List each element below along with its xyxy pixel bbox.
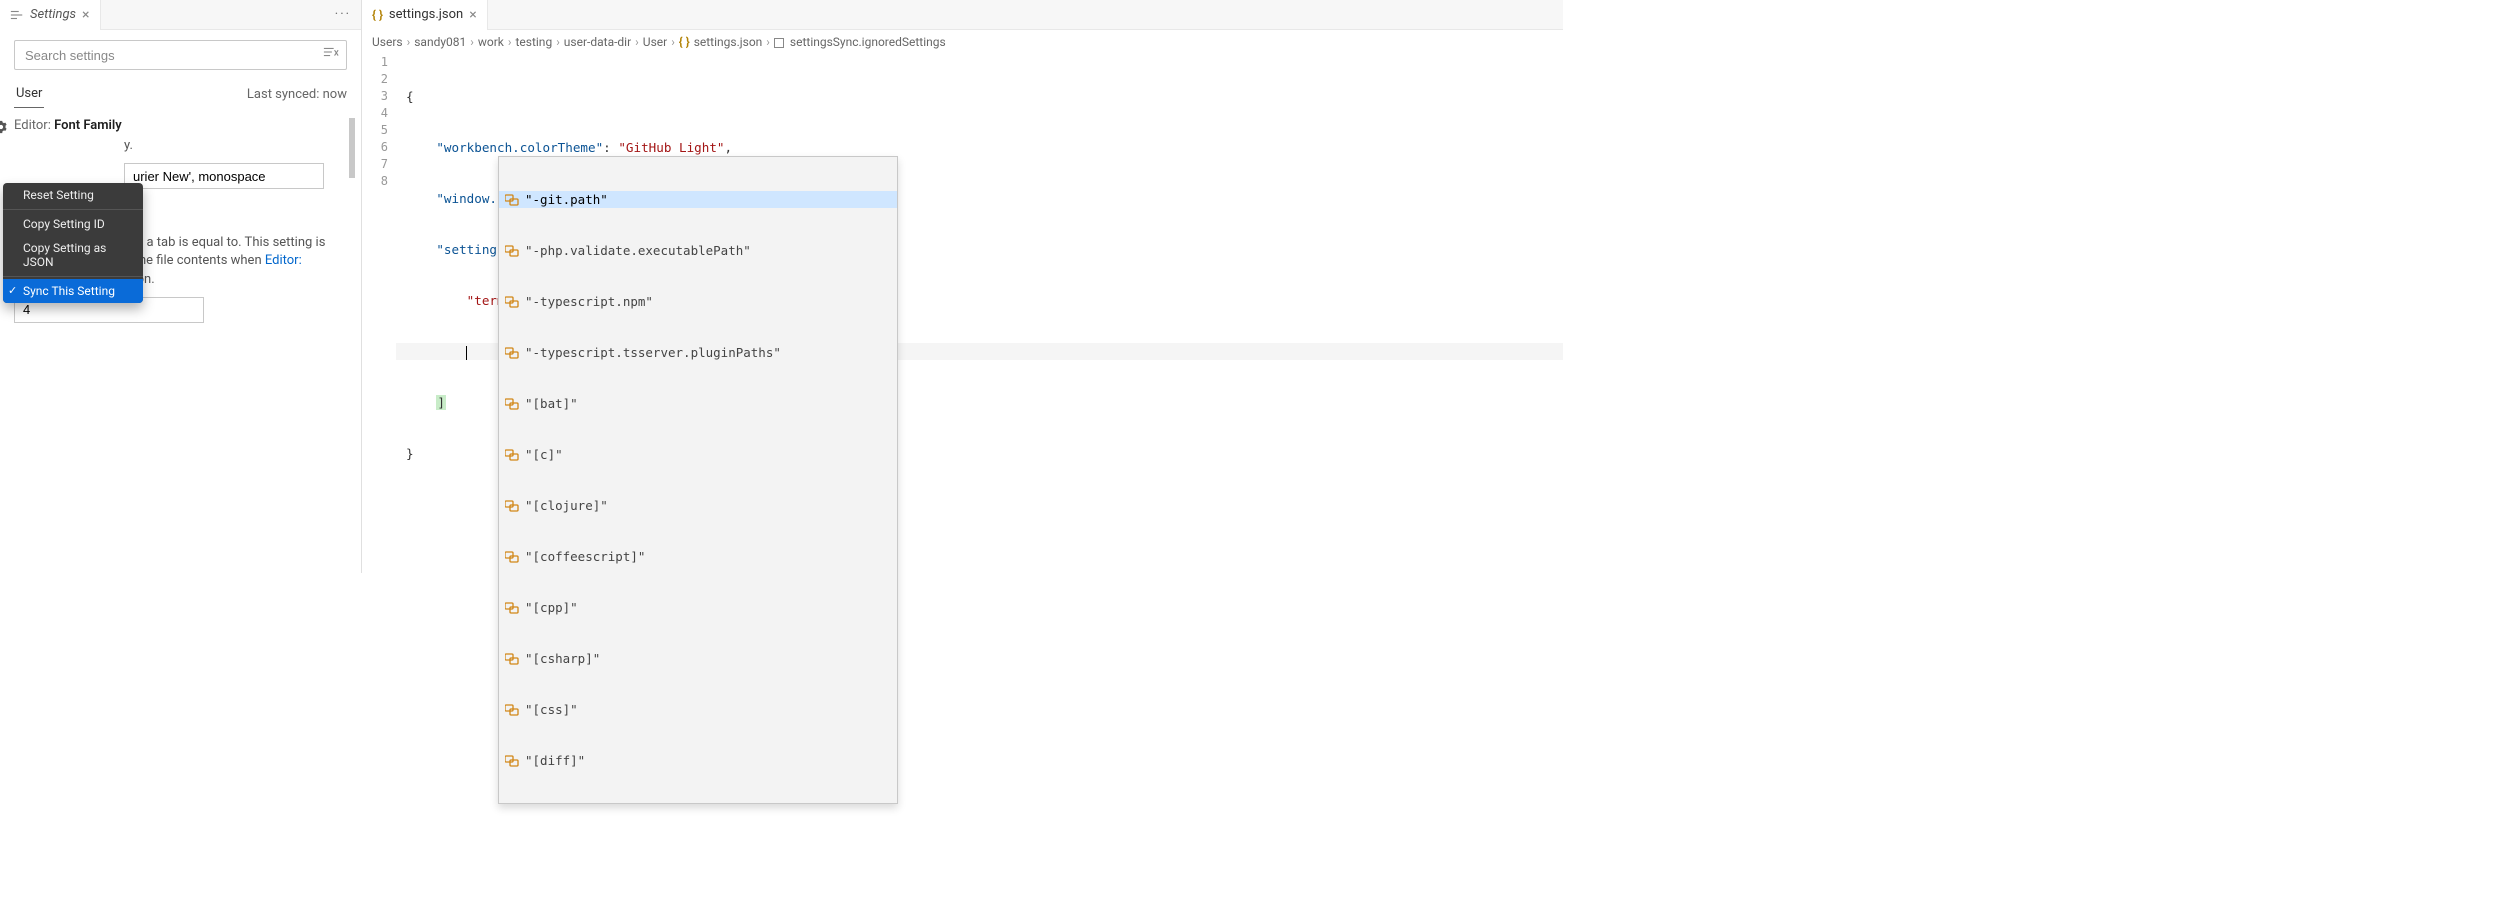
scope-tab-user[interactable]: User: [14, 80, 44, 108]
breadcrumb-item[interactable]: User: [643, 35, 667, 49]
suggest-item[interactable]: "[csharp]": [499, 650, 897, 667]
enum-icon: [505, 551, 519, 563]
setting-context-menu: Reset Setting Copy Setting ID Copy Setti…: [3, 183, 143, 303]
menu-sync-this-setting[interactable]: ✓ Sync This Setting: [3, 279, 143, 303]
close-icon[interactable]: ×: [469, 7, 476, 23]
search-input[interactable]: [14, 40, 347, 70]
text-editor[interactable]: 1 2 3 4 5 6 7 8 { "workbench.colorTheme"…: [362, 54, 1563, 573]
tab-bar-left: Settings × ···: [0, 0, 361, 30]
menu-separator: [3, 209, 143, 210]
suggest-item[interactable]: "[css]": [499, 701, 897, 718]
enum-icon: [505, 449, 519, 461]
code-content[interactable]: { "workbench.colorTheme": "GitHub Light"…: [396, 54, 1563, 573]
suggest-item[interactable]: "[clojure]": [499, 497, 897, 514]
settings-scope-row: User Last synced: now: [14, 80, 347, 108]
settings-body: User Last synced: now Editor: Font Famil…: [0, 30, 361, 343]
suggest-item[interactable]: "-php.validate.executablePath": [499, 242, 897, 259]
breadcrumb-item[interactable]: user-data-dir: [564, 35, 631, 49]
text-cursor: [466, 346, 467, 360]
breadcrumb-item[interactable]: testing: [515, 35, 552, 49]
setting-description: y.: [124, 137, 341, 155]
tab-title: Settings: [30, 7, 76, 22]
font-family-input[interactable]: [124, 163, 324, 189]
gear-icon[interactable]: [0, 120, 8, 134]
json-file-icon: { }: [679, 35, 690, 49]
tab-title: settings.json: [389, 7, 463, 22]
suggest-item[interactable]: "[bat]": [499, 395, 897, 412]
breadcrumb-item[interactable]: settingsSync.ignoredSettings: [790, 35, 946, 49]
suggest-item[interactable]: "-git.path": [499, 191, 897, 208]
suggest-item[interactable]: "-typescript.npm": [499, 293, 897, 310]
enum-icon: [505, 755, 519, 767]
menu-reset-setting[interactable]: Reset Setting: [3, 183, 143, 207]
breadcrumb-item[interactable]: sandy081: [414, 35, 466, 49]
suggest-widget[interactable]: "-git.path" "-php.validate.executablePat…: [498, 156, 898, 804]
settings-list-icon: [10, 9, 24, 21]
enum-icon: [505, 194, 519, 206]
suggest-item[interactable]: "[diff]": [499, 752, 897, 769]
scrollbar-thumb[interactable]: [349, 118, 355, 178]
breadcrumb-item[interactable]: Users: [372, 35, 403, 49]
enum-icon: [505, 500, 519, 512]
last-synced-label: Last synced: now: [247, 87, 347, 102]
breadcrumb-item[interactable]: work: [478, 35, 504, 49]
enum-icon: [505, 653, 519, 665]
close-icon[interactable]: ×: [82, 7, 89, 23]
breadcrumbs[interactable]: Users› sandy081› work› testing› user-dat…: [362, 30, 1563, 54]
enum-icon: [505, 296, 519, 308]
enum-icon: [505, 602, 519, 614]
enum-icon: [505, 398, 519, 410]
tab-settings-json[interactable]: { } settings.json ×: [362, 0, 488, 30]
tab-overflow-button[interactable]: ···: [335, 7, 361, 22]
setting-editor-font-family[interactable]: Editor: Font Family y.: [14, 118, 341, 189]
suggest-item[interactable]: "-typescript.tsserver.pluginPaths": [499, 344, 897, 361]
suggest-item[interactable]: "[c]": [499, 446, 897, 463]
menu-copy-setting-id[interactable]: Copy Setting ID: [3, 212, 143, 236]
enum-icon: [505, 347, 519, 359]
tab-settings[interactable]: Settings ×: [0, 0, 101, 30]
setting-label: Editor: Font Family: [14, 118, 341, 133]
menu-copy-setting-json[interactable]: Copy Setting as JSON: [3, 236, 143, 274]
clear-filter-icon[interactable]: [323, 46, 339, 58]
line-number-gutter: 1 2 3 4 5 6 7 8: [362, 54, 396, 573]
suggest-item[interactable]: "[cpp]": [499, 599, 897, 616]
suggest-item[interactable]: "[coffeescript]": [499, 548, 897, 565]
menu-separator: [3, 276, 143, 277]
editor-pane: { } settings.json × Users› sandy081› wor…: [362, 0, 1563, 573]
json-file-icon: { }: [372, 8, 383, 22]
tab-bar-right: { } settings.json ×: [362, 0, 1563, 30]
settings-search-wrap: [14, 40, 347, 70]
enum-icon: [505, 245, 519, 257]
enum-icon: [505, 704, 519, 716]
breadcrumb-item[interactable]: settings.json: [694, 35, 763, 49]
check-icon: ✓: [8, 284, 17, 297]
settings-pane: Settings × ··· User Last synced: now Edi…: [0, 0, 362, 573]
array-icon: [774, 38, 784, 48]
